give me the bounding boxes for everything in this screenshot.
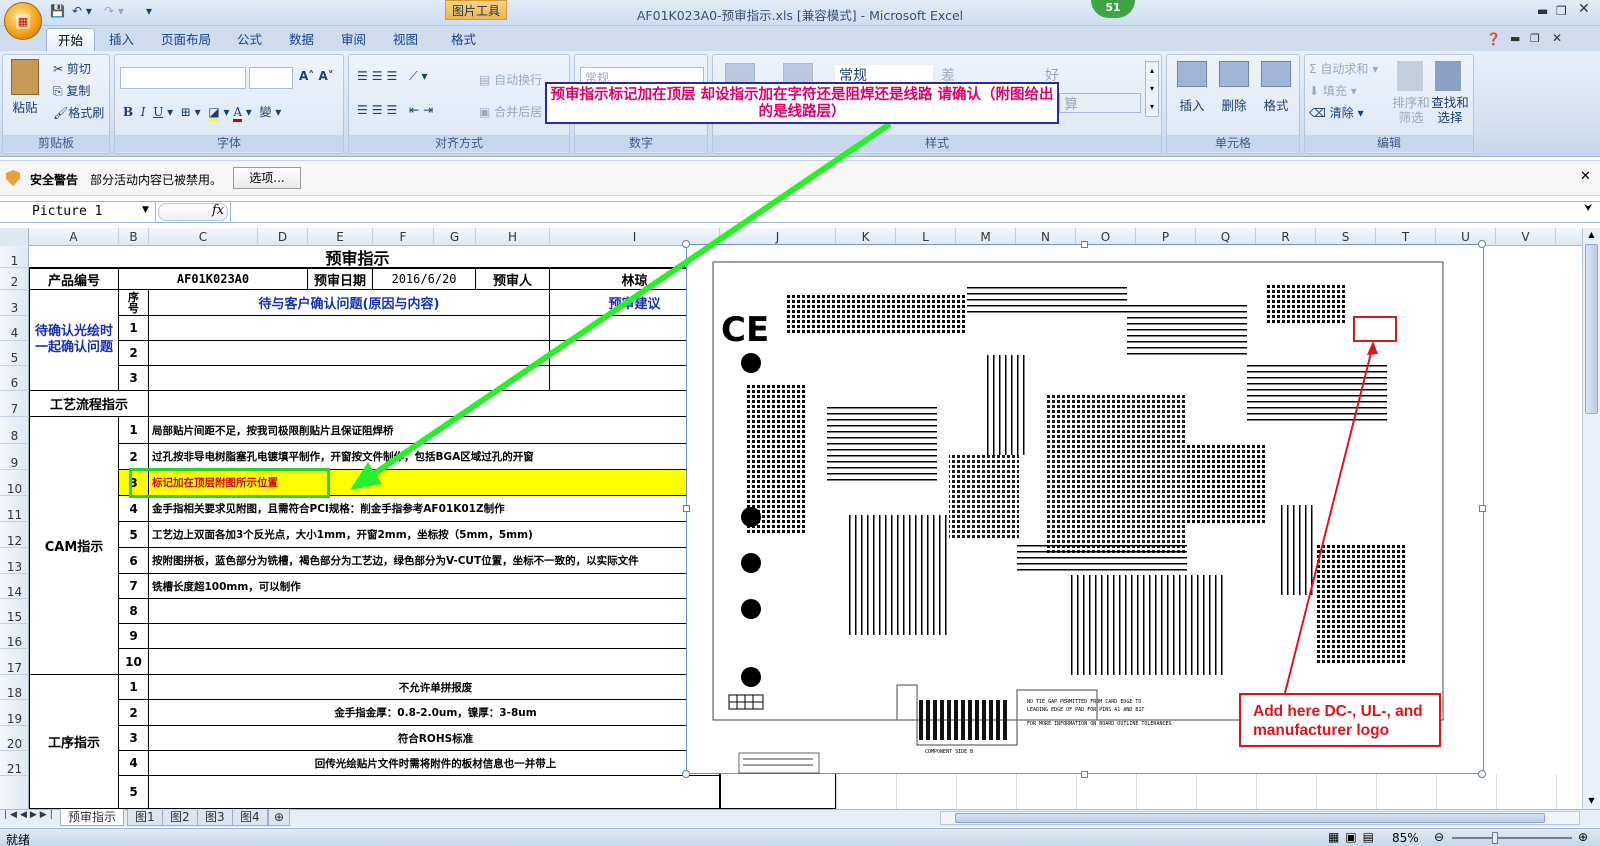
status-bar: 就绪 ▦▣▤ 85% ⊖ ⊕: [0, 828, 1600, 846]
status-ready: 就绪: [6, 833, 31, 846]
callout-note: 预审指示标记加在顶层 却设指示加在字符还是阻焊还是线路 请确认（附图给出的是线路…: [545, 82, 1059, 124]
zoom-slider[interactable]: [1452, 837, 1572, 839]
sheet-tab-fig2[interactable]: 图2: [162, 809, 198, 826]
scroll-down-icon[interactable]: ▼: [1584, 794, 1599, 808]
office-logo-icon: ▦: [15, 13, 31, 29]
horizontal-scrollbar[interactable]: [940, 811, 1580, 825]
scroll-thumb[interactable]: [1585, 244, 1598, 414]
view-mode-icons[interactable]: ▦▣▤: [1328, 830, 1380, 844]
h-scroll-thumb[interactable]: [955, 813, 1545, 823]
zoom-slider-thumb[interactable]: [1492, 832, 1498, 844]
vertical-scrollbar[interactable]: ▲ ▼: [1582, 228, 1600, 809]
office-button[interactable]: ▦: [4, 2, 42, 40]
sheet-nav-icons[interactable]: |◀◀▶▶|: [4, 810, 56, 820]
sheet-tab-fig3[interactable]: 图3: [197, 809, 233, 826]
zoom-out-icon[interactable]: ⊖: [1434, 830, 1444, 844]
zoom-in-icon[interactable]: ⊕: [1578, 830, 1588, 844]
sheet-tab-review[interactable]: 预审指示: [60, 809, 125, 826]
scroll-up-icon[interactable]: ▲: [1584, 228, 1599, 242]
new-sheet-icon[interactable]: ⊕: [268, 809, 291, 826]
sheet-tab-fig4[interactable]: 图4: [232, 809, 268, 826]
sheet-tab-fig1[interactable]: 图1: [127, 809, 163, 826]
logo-note: Add here DC-, UL-, and manufacturer logo: [1239, 693, 1441, 747]
zoom-level[interactable]: 85%: [1392, 831, 1419, 845]
